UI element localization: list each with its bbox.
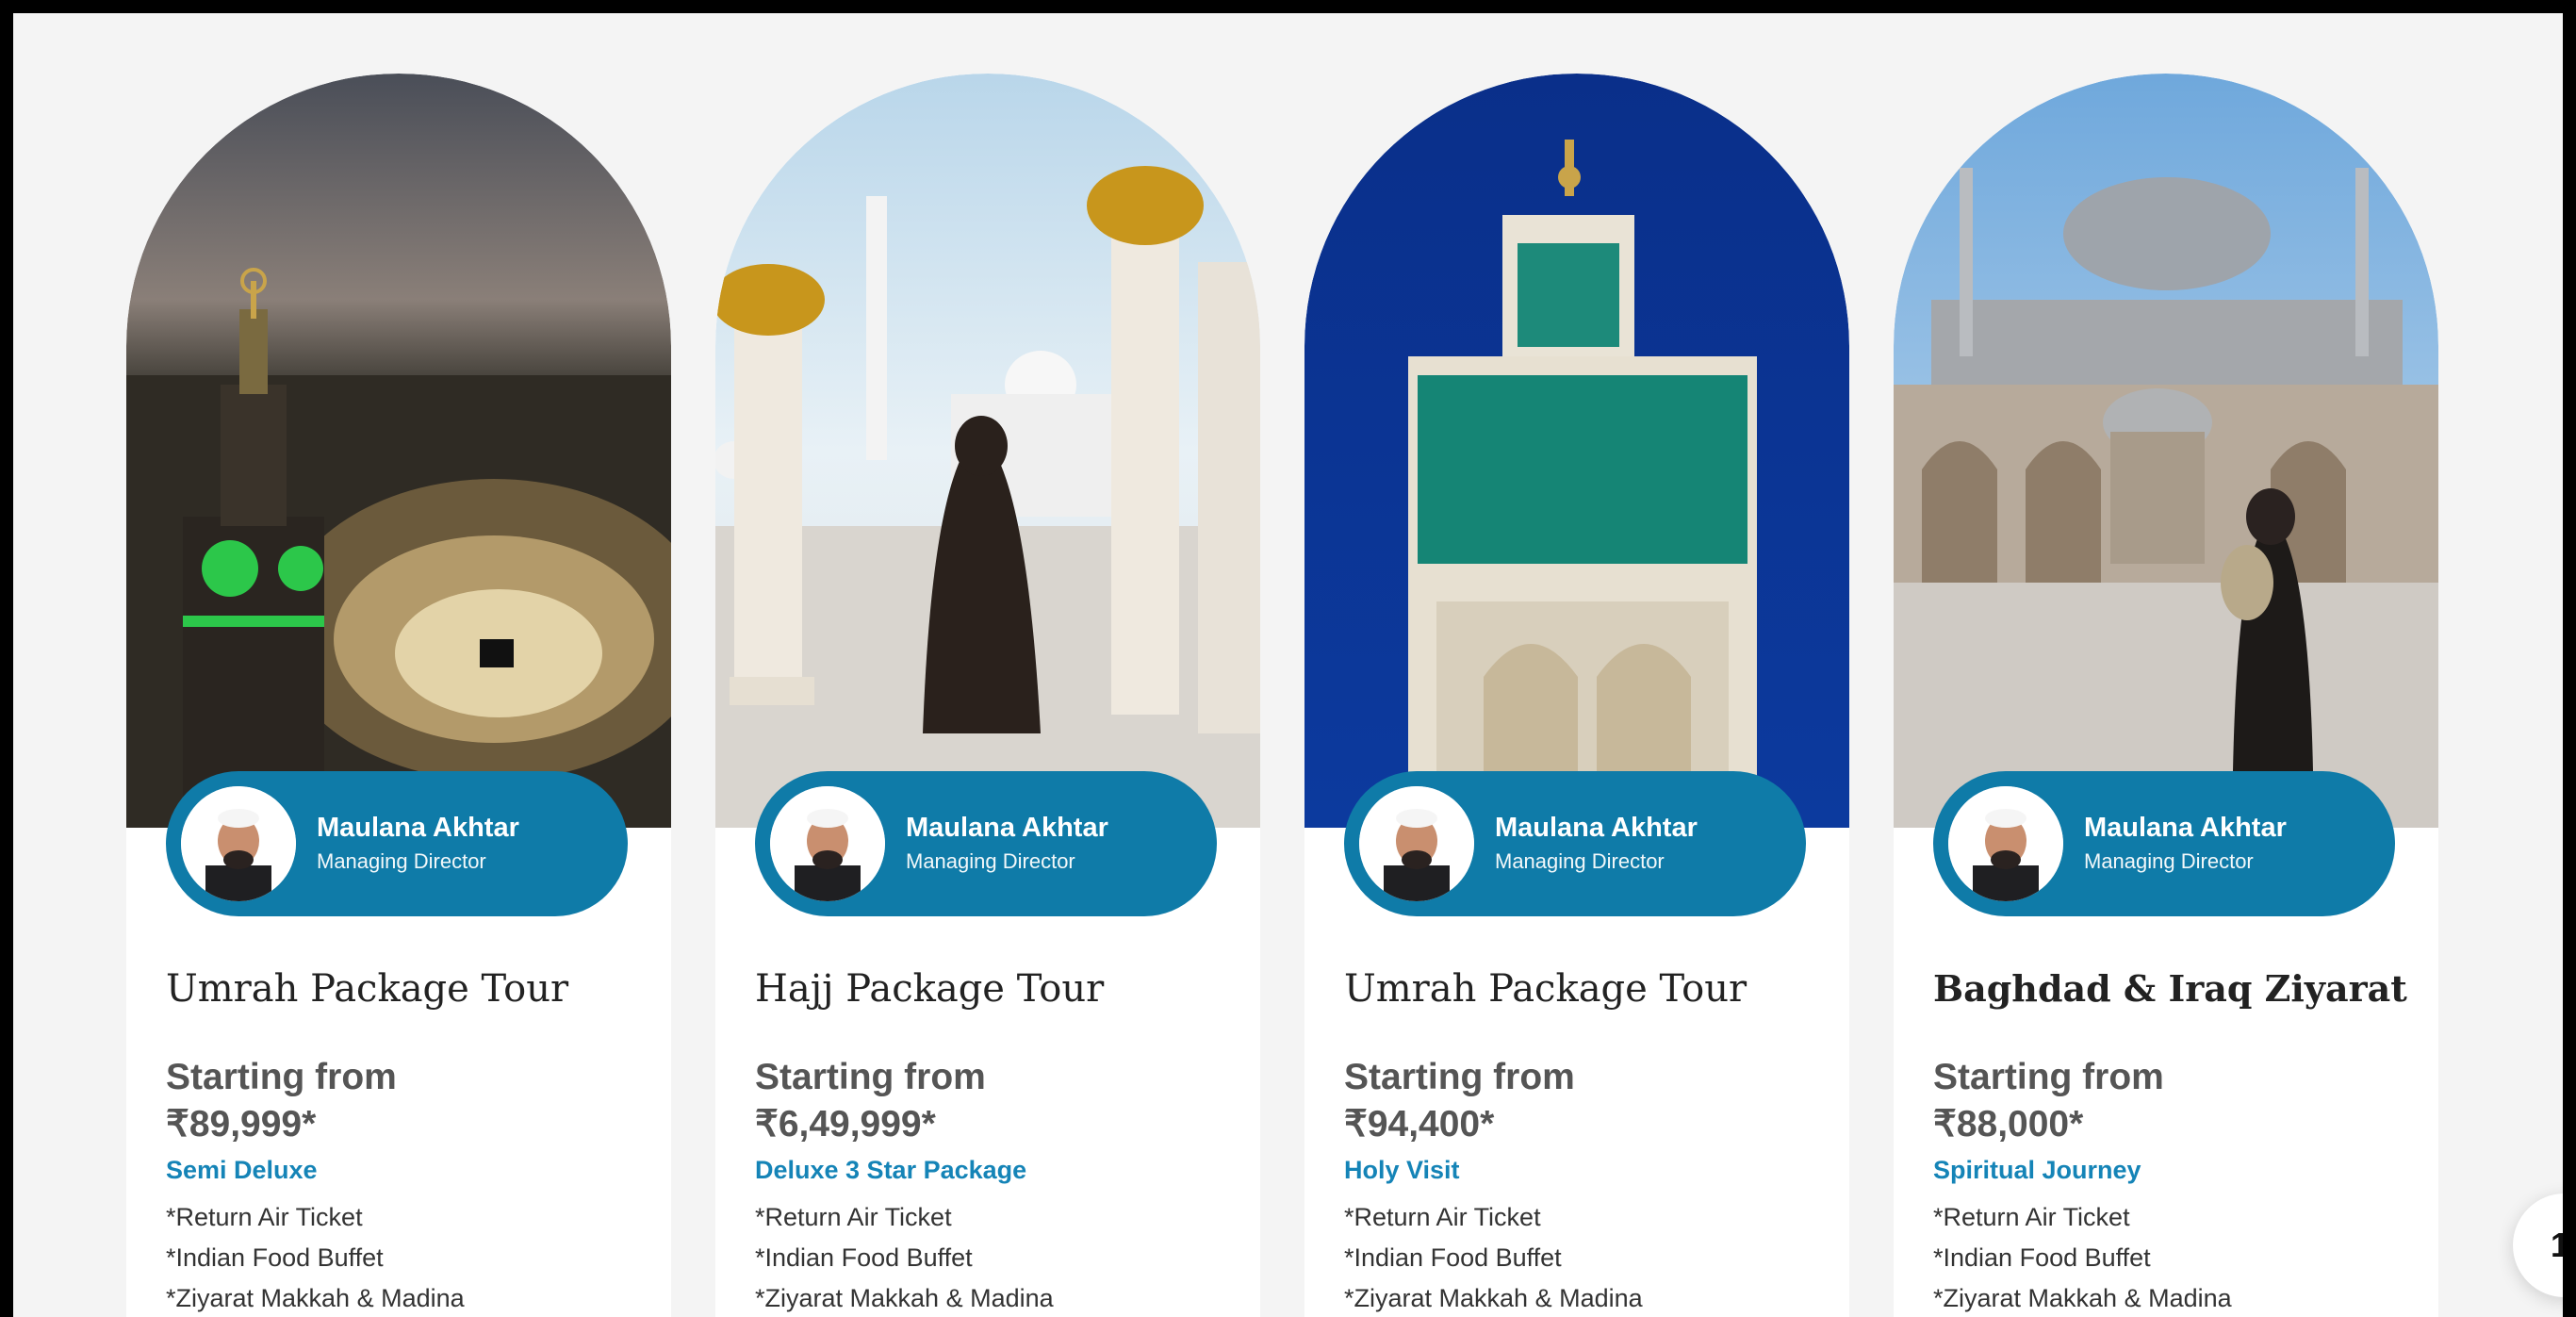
starting-from-label: Starting from bbox=[1344, 1057, 1575, 1097]
package-price: ₹6,49,999* bbox=[755, 1104, 936, 1144]
package-card-baghdad-ziyarat[interactable]: Maulana Akhtar Managing Director Baghdad… bbox=[1894, 74, 2438, 1317]
package-card-hajj-deluxe[interactable]: Maulana Akhtar Managing Director Hajj Pa… bbox=[715, 74, 1260, 1317]
director-name: Maulana Akhtar bbox=[317, 813, 519, 843]
package-tier: Deluxe 3 Star Package bbox=[755, 1156, 1027, 1184]
director-badge: Maulana Akhtar Managing Director bbox=[755, 771, 1217, 916]
package-price: ₹94,400* bbox=[1344, 1104, 1495, 1144]
package-title[interactable]: Umrah Package Tour bbox=[1344, 967, 1747, 1011]
makkah-clock-tower-photo bbox=[126, 74, 671, 828]
feature-item: *Return Air Ticket bbox=[755, 1203, 952, 1231]
package-card-umrah-holy-visit[interactable]: Maulana Akhtar Managing Director Umrah P… bbox=[1304, 74, 1849, 1317]
director-name: Maulana Akhtar bbox=[1495, 813, 1698, 843]
feature-item: *Ziyarat Makkah & Madina bbox=[166, 1284, 465, 1312]
package-price: ₹89,999* bbox=[166, 1104, 317, 1144]
director-name: Maulana Akhtar bbox=[2084, 813, 2287, 843]
director-badge: Maulana Akhtar Managing Director bbox=[1344, 771, 1806, 916]
packages-section: Maulana Akhtar Managing Director Umrah P… bbox=[13, 13, 2563, 1317]
feature-item: *Indian Food Buffet bbox=[166, 1243, 384, 1272]
feature-item: *Ziyarat Makkah & Madina bbox=[755, 1284, 1054, 1312]
feature-item: *Indian Food Buffet bbox=[1344, 1243, 1562, 1272]
mosque-arcade-woman-photo bbox=[715, 74, 1260, 828]
feature-item: *Ziyarat Makkah & Madina bbox=[1933, 1284, 2232, 1312]
director-badge: Maulana Akhtar Managing Director bbox=[166, 771, 628, 916]
feature-list: *Return Air Ticket *Indian Food Buffet *… bbox=[755, 1197, 1054, 1317]
director-role: Managing Director bbox=[317, 849, 486, 873]
feature-item: *Return Air Ticket bbox=[166, 1203, 363, 1231]
package-tier: Semi Deluxe bbox=[166, 1156, 318, 1184]
director-avatar bbox=[1359, 786, 1474, 901]
starting-from-label: Starting from bbox=[755, 1057, 986, 1097]
director-avatar bbox=[770, 786, 885, 901]
director-role: Managing Director bbox=[2084, 849, 2254, 873]
chat-widget-button[interactable]: 1 bbox=[2513, 1194, 2563, 1297]
package-tier: Spiritual Journey bbox=[1933, 1156, 2141, 1184]
package-title[interactable]: Baghdad & Iraq Ziyarat bbox=[1933, 967, 2407, 1010]
director-name: Maulana Akhtar bbox=[906, 813, 1108, 843]
feature-list: *Return Air Ticket *Indian Food Buffet *… bbox=[1344, 1197, 1643, 1317]
feature-list: *Return Air Ticket *Indian Food Buffet *… bbox=[166, 1197, 465, 1317]
starting-from-label: Starting from bbox=[1933, 1057, 2164, 1097]
blue-mosque-woman-photo bbox=[1894, 74, 2438, 828]
starting-from-label: Starting from bbox=[166, 1057, 397, 1097]
feature-item: *Indian Food Buffet bbox=[1933, 1243, 2151, 1272]
director-role: Managing Director bbox=[1495, 849, 1665, 873]
feature-item: *Ziyarat Makkah & Madina bbox=[1344, 1284, 1643, 1312]
feature-item: *Return Air Ticket bbox=[1933, 1203, 2130, 1231]
director-avatar bbox=[181, 786, 296, 901]
feature-item: *Indian Food Buffet bbox=[755, 1243, 973, 1272]
director-role: Managing Director bbox=[906, 849, 1075, 873]
feature-list: *Return Air Ticket *Indian Food Buffet *… bbox=[1933, 1197, 2232, 1317]
package-title[interactable]: Umrah Package Tour bbox=[166, 967, 568, 1011]
director-badge: Maulana Akhtar Managing Director bbox=[1933, 771, 2395, 916]
package-card-umrah-semi-deluxe[interactable]: Maulana Akhtar Managing Director Umrah P… bbox=[126, 74, 671, 1317]
director-avatar bbox=[1948, 786, 2063, 901]
minaret-blue-sky-photo bbox=[1304, 74, 1849, 828]
chat-widget-count: 1 bbox=[2551, 1226, 2563, 1264]
package-price: ₹88,000* bbox=[1933, 1104, 2084, 1144]
package-tier: Holy Visit bbox=[1344, 1156, 1460, 1184]
package-title[interactable]: Hajj Package Tour bbox=[755, 967, 1104, 1011]
feature-item: *Return Air Ticket bbox=[1344, 1203, 1541, 1231]
